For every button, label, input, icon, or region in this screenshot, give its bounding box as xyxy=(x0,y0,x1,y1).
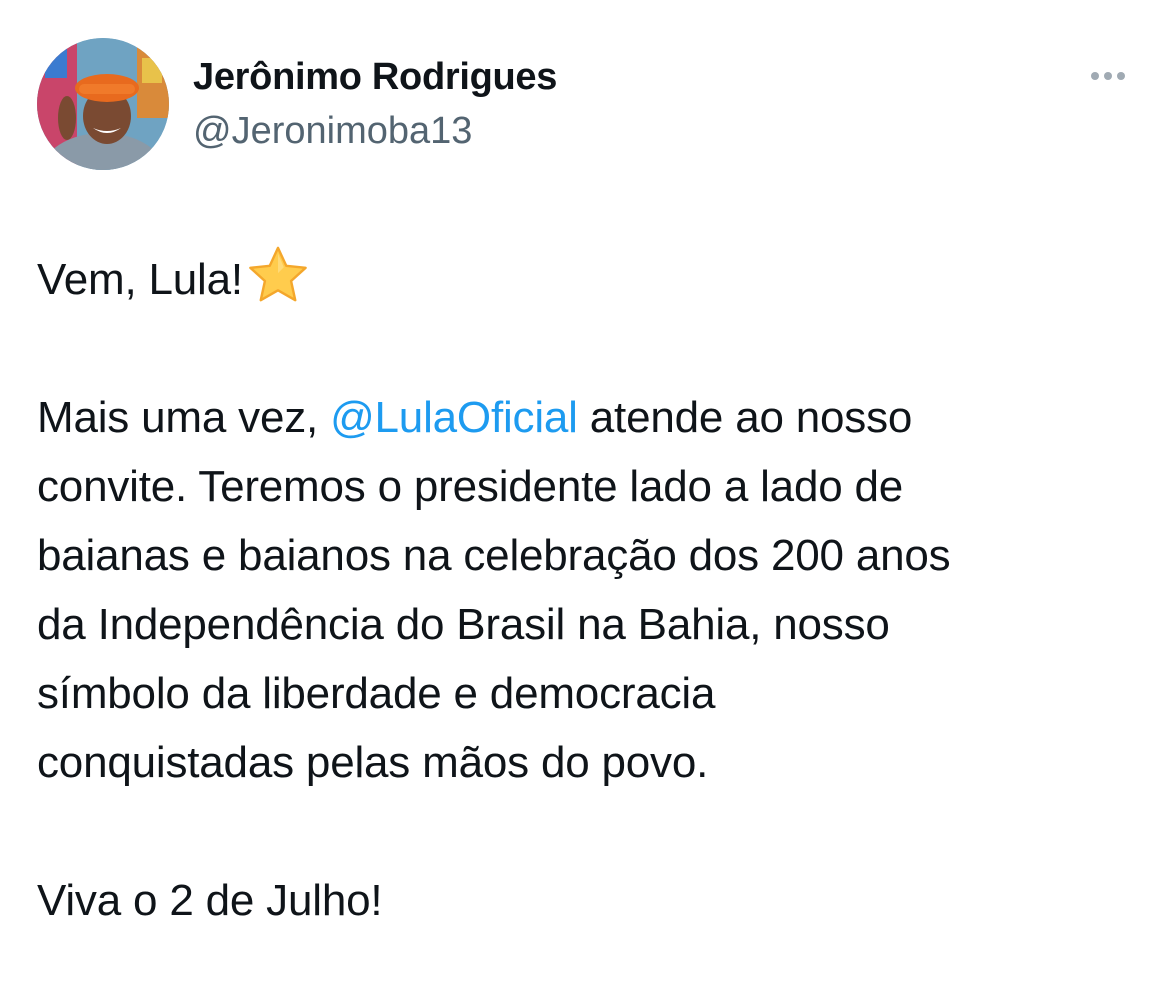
tweet-line: conquistadas pelas mãos do povo. xyxy=(37,738,709,787)
tweet-card: Jerônimo Rodrigues @Jeronimoba13 Vem, Lu… xyxy=(0,0,1170,983)
intro-text: Vem, Lula! xyxy=(37,255,243,304)
tweet-intro: Vem, Lula! xyxy=(37,244,1147,314)
more-options-button[interactable] xyxy=(1080,60,1136,92)
tweet-line: símbolo da liberdade e democracia xyxy=(37,669,716,718)
tweet-closing: Viva o 2 de Julho! xyxy=(37,876,383,925)
tweet-line: da Independência do Brasil na Bahia, nos… xyxy=(37,600,890,649)
star-icon xyxy=(249,246,307,302)
tweet-line: baianas e baianos na celebração dos 200 … xyxy=(37,531,951,580)
avatar-photo xyxy=(37,38,169,170)
ellipsis-icon-dot xyxy=(1091,72,1099,80)
text-before-mention: Mais uma vez, xyxy=(37,393,331,442)
author-name[interactable]: Jerônimo Rodrigues xyxy=(193,54,557,100)
text-after-mention: atende ao nosso xyxy=(577,393,913,442)
ellipsis-icon-dot xyxy=(1104,72,1112,80)
tweet-line: convite. Teremos o presidente lado a lad… xyxy=(37,462,904,511)
tweet-paragraph: Mais uma vez, @LulaOficial atende ao nos… xyxy=(37,383,1147,797)
author-avatar[interactable] xyxy=(37,38,169,170)
ellipsis-icon-dot xyxy=(1117,72,1125,80)
tweet-text: Vem, Lula! Mais uma vez, @LulaOficial at… xyxy=(37,244,1147,935)
mention-link[interactable]: @LulaOficial xyxy=(330,393,578,442)
tweet-line: Mais uma vez, @LulaOficial atende ao nos… xyxy=(37,383,1147,452)
author-handle[interactable]: @Jeronimoba13 xyxy=(193,108,472,154)
